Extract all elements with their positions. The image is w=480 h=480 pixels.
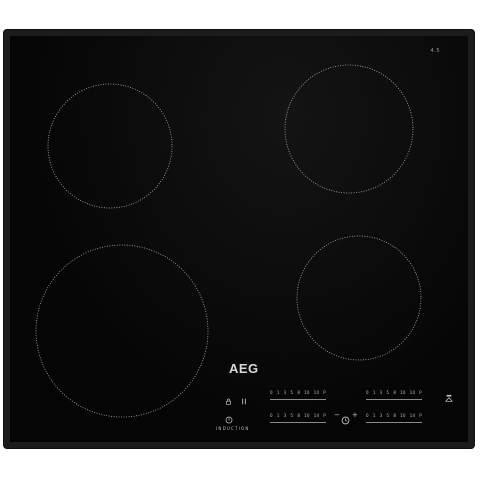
tick-label: 1 xyxy=(372,390,376,395)
tick-label: 14 xyxy=(313,413,320,418)
induction-label: INDUCTION xyxy=(216,426,250,431)
tick-label: 10 xyxy=(304,413,310,418)
tick-label: 5 xyxy=(290,413,294,418)
tick-label: 0 xyxy=(366,390,369,395)
tick-label: 0 xyxy=(366,413,369,418)
model-mark: 4.5 xyxy=(430,48,440,54)
tick-label: 8 xyxy=(393,413,397,418)
tick-label: 3 xyxy=(283,390,287,395)
tick-label: 0 xyxy=(270,413,273,418)
tick-label: 5 xyxy=(386,390,390,395)
slider-scale: 0 1 3 5 8 10 14 P xyxy=(366,390,422,395)
timer-minus-button[interactable]: − xyxy=(334,412,340,419)
slider-scale: 0 1 3 5 8 10 14 P xyxy=(366,413,422,418)
tick-label: 3 xyxy=(379,390,383,395)
tick-label: 8 xyxy=(297,413,301,418)
tick-label: 14 xyxy=(409,413,416,418)
slider-track[interactable] xyxy=(366,399,422,400)
tick-label: P xyxy=(419,390,422,395)
cooking-zone-front-right[interactable] xyxy=(293,232,425,364)
brand-logo: AEG xyxy=(229,361,259,376)
tick-label: 5 xyxy=(290,390,294,395)
zone-outline xyxy=(296,235,422,361)
power-icon[interactable] xyxy=(225,411,233,424)
tick-label: 3 xyxy=(379,413,383,418)
tick-label: 8 xyxy=(297,390,301,395)
zone-outline xyxy=(47,83,173,209)
zone-outline xyxy=(35,244,209,418)
slider-track[interactable] xyxy=(366,422,422,423)
induction-hob: 4.5 xyxy=(4,30,474,448)
tick-label: 3 xyxy=(283,413,287,418)
timer-icon[interactable] xyxy=(341,412,350,425)
power-slider-front-left[interactable]: 0 1 3 5 8 10 14 P xyxy=(270,413,326,423)
slider-track[interactable] xyxy=(270,422,326,423)
tick-label: 10 xyxy=(400,413,406,418)
tick-label: P xyxy=(323,390,326,395)
tick-label: 0 xyxy=(270,390,273,395)
cooking-zone-front-left[interactable] xyxy=(32,241,212,421)
tick-label: P xyxy=(419,413,422,418)
tick-label: 1 xyxy=(276,413,280,418)
tick-label: 5 xyxy=(386,413,390,418)
tick-label: 14 xyxy=(313,390,320,395)
slider-track[interactable] xyxy=(270,399,326,400)
tick-label: 14 xyxy=(409,390,416,395)
tick-label: 1 xyxy=(276,390,280,395)
tick-label: 10 xyxy=(400,390,406,395)
zone-outline xyxy=(284,64,414,194)
slider-scale: 0 1 3 5 8 10 14 P xyxy=(270,390,326,395)
slider-scale: 0 1 3 5 8 10 14 P xyxy=(270,413,326,418)
power-slider-rear-right[interactable]: 0 1 3 5 8 10 14 P xyxy=(366,390,422,400)
tick-label: 8 xyxy=(393,390,397,395)
cooking-zone-rear-right[interactable] xyxy=(280,60,418,198)
pause-icon[interactable] xyxy=(241,392,247,405)
tick-label: P xyxy=(323,413,326,418)
hob2hood-icon[interactable] xyxy=(444,390,454,402)
power-slider-rear-left[interactable]: 0 1 3 5 8 10 14 P xyxy=(270,390,326,400)
lock-icon[interactable] xyxy=(225,392,232,405)
tick-label: 10 xyxy=(304,390,310,395)
tick-label: 1 xyxy=(372,413,376,418)
timer-plus-button[interactable]: + xyxy=(352,412,358,419)
cooking-zone-rear-left[interactable] xyxy=(43,79,177,213)
power-slider-front-right[interactable]: 0 1 3 5 8 10 14 P xyxy=(366,413,422,423)
